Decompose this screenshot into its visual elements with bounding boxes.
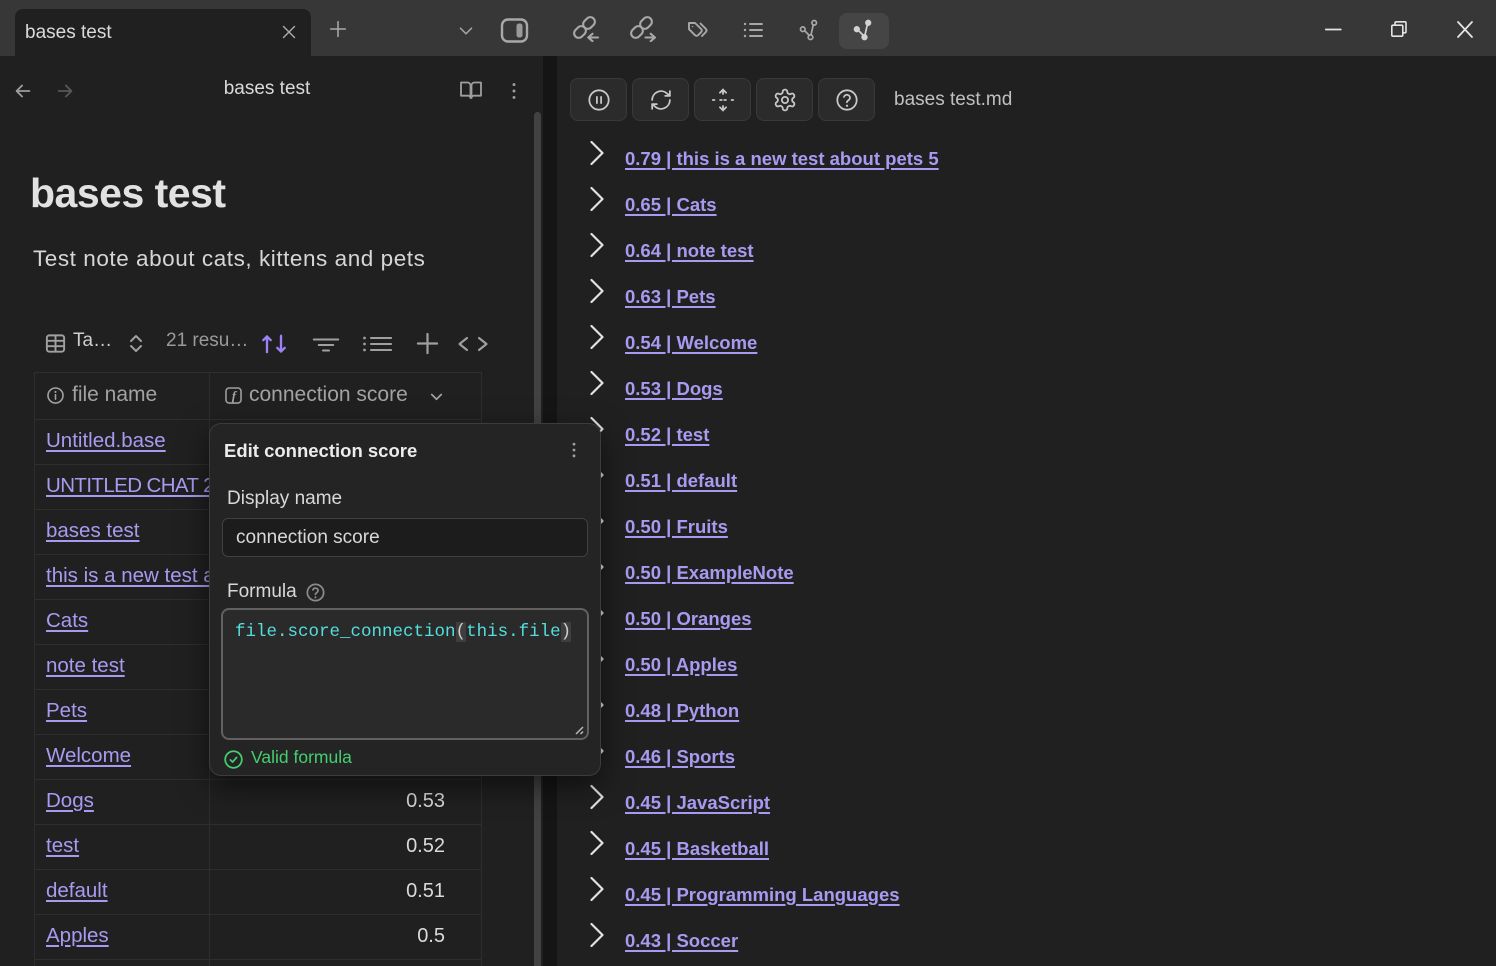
svg-text:f: f	[232, 388, 238, 403]
